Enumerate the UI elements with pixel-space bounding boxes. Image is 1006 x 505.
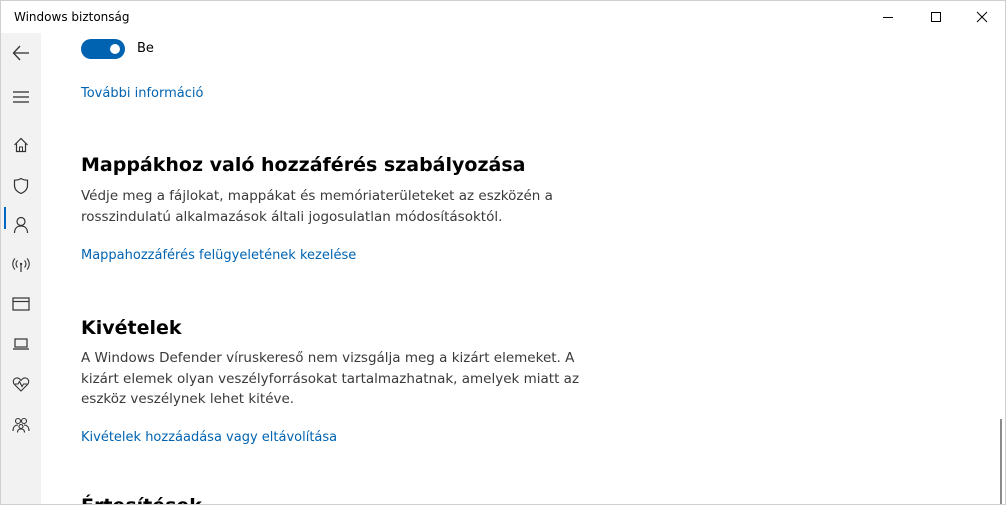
section-heading-exclusions: Kivételek xyxy=(81,317,182,339)
description-line: eszköz veszélynek lehet kitéve. xyxy=(81,391,295,407)
sidebar xyxy=(1,33,41,504)
wifi-antenna-icon xyxy=(12,258,30,272)
hamburger-menu-icon xyxy=(13,91,29,103)
title-bar[interactable]: Windows biztonság xyxy=(1,1,1005,33)
section-heading-notifications: Értesítések xyxy=(81,495,202,504)
main-content: Be További információ Mappákhoz való hoz… xyxy=(41,33,997,504)
sidebar-item-home[interactable] xyxy=(1,125,41,165)
home-icon xyxy=(14,137,28,153)
app-window: Windows biztonság Be További információ … xyxy=(0,0,1006,505)
more-info-link[interactable]: További információ xyxy=(81,86,203,101)
maximize-button[interactable] xyxy=(913,1,959,33)
add-remove-exclusions-link[interactable]: Kivételek hozzáadása vagy eltávolítása xyxy=(81,430,337,445)
close-button[interactable] xyxy=(959,1,1005,33)
close-icon xyxy=(976,11,988,23)
sidebar-item-app-browser[interactable] xyxy=(1,284,41,324)
scrollbar-thumb[interactable] xyxy=(1000,419,1002,504)
sidebar-item-account[interactable] xyxy=(1,205,41,245)
shield-icon xyxy=(13,177,29,195)
minimize-button[interactable] xyxy=(865,1,911,33)
app-browser-icon xyxy=(12,297,30,311)
sidebar-item-family-options[interactable] xyxy=(1,405,41,445)
maximize-icon xyxy=(931,12,941,22)
laptop-icon xyxy=(13,338,29,350)
family-icon xyxy=(12,417,30,433)
sidebar-item-virus-protection[interactable] xyxy=(1,166,41,206)
description-line: Védje meg a fájlokat, mappákat és memóri… xyxy=(81,188,553,204)
toggle-knob xyxy=(110,44,120,54)
description-line: rosszindulatú alkalmazások általi jogosu… xyxy=(81,208,503,225)
sidebar-item-network[interactable] xyxy=(1,245,41,285)
section-description-folder-access: Védje meg a fájlokat, mappákat és memóri… xyxy=(81,186,581,227)
person-icon xyxy=(13,216,29,234)
real-time-protection-toggle[interactable] xyxy=(81,39,125,59)
description-line: kizárt elemek olyan veszélyforrásokat ta… xyxy=(81,370,580,387)
sidebar-item-device-health[interactable] xyxy=(1,364,41,404)
section-heading-folder-access: Mappákhoz való hozzáférés szabályozása xyxy=(81,154,526,176)
toggle-state-label: Be xyxy=(137,41,154,56)
vertical-scrollbar[interactable] xyxy=(997,33,1005,504)
back-arrow-icon xyxy=(12,45,29,61)
description-line: A Windows Defender víruskereső nem vizsg… xyxy=(81,350,575,366)
section-description-exclusions: A Windows Defender víruskereső nem vizsg… xyxy=(81,348,581,410)
heart-pulse-icon xyxy=(12,377,30,392)
window-title: Windows biztonság xyxy=(14,10,130,24)
minimize-icon xyxy=(883,17,893,18)
sidebar-item-device-security[interactable] xyxy=(1,324,41,364)
hamburger-menu-button[interactable] xyxy=(1,77,41,117)
manage-folder-access-link[interactable]: Mappahozzáférés felügyeletének kezelése xyxy=(81,248,356,263)
back-button[interactable] xyxy=(1,33,41,73)
